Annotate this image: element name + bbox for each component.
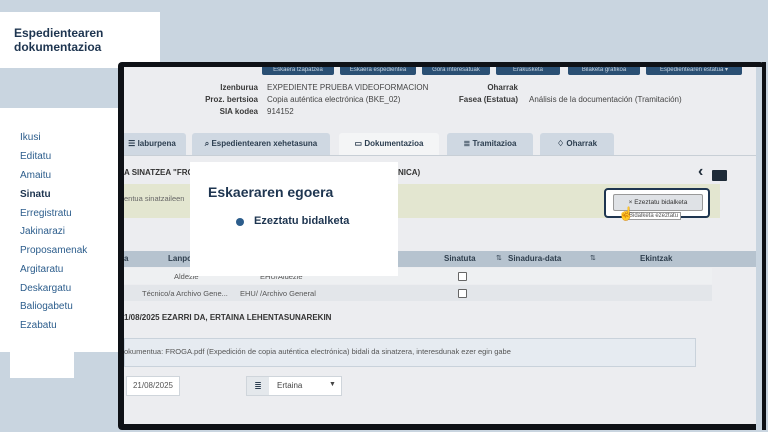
section-heading: A SINATZEA "FRO (124, 168, 194, 177)
tab-laburpena[interactable]: ☰ laburpena (124, 133, 186, 155)
fasea-label: Fasea (Estatua) (458, 95, 518, 104)
tab-tramitazioa-label: Tramitazioa (472, 139, 517, 148)
tab-laburpena-icon: ☰ (128, 139, 138, 148)
chevron-left-icon[interactable]: ‹ (698, 163, 703, 181)
message-text: okumentua: FROGA.pdf (Expedición de copi… (124, 347, 511, 356)
status-card-heading: Eskaeraren egoera (208, 184, 334, 200)
tab-laburpena-label: laburpena (137, 139, 176, 148)
tabs-divider (124, 155, 756, 156)
izenburua-value: EXPEDIENTE PRUEBA VIDEOFORMACION (267, 83, 429, 92)
page-title: Espedientearen dokumentazioa (14, 26, 104, 54)
signed-checkbox[interactable] (458, 289, 467, 298)
status-card-value: Ezeztatu bidalketa (254, 215, 350, 227)
tab-tramitazioa[interactable]: ≣ Tramitazioa (447, 133, 533, 155)
col-header-ekintzak[interactable]: Ekintzak (640, 254, 672, 263)
menu-item-ezabatu[interactable]: Ezabatu (20, 320, 57, 331)
col-header-sinatuta[interactable]: Sinatuta (444, 254, 476, 263)
col-header-a[interactable]: a (124, 254, 128, 263)
tab-oharrak-label: Oharrak (566, 139, 598, 148)
oharrak-label: Oharrak (487, 83, 518, 92)
title-card: Espedientearen dokumentazioa (0, 12, 160, 68)
sort-icon[interactable]: ⇅ (496, 254, 502, 262)
toolbar-button-5[interactable]: Bilaketa grafikoa (568, 67, 640, 75)
tab-xehetasuna-label: Espedientearen xehetasuna (211, 139, 318, 148)
row-lanpostua: Técnico/a Archivo Gene... (142, 289, 228, 298)
izenburua-label: Izenburua (220, 83, 258, 92)
request-status-card: Eskaeraren egoera Ezeztatu bidalketa (190, 162, 398, 276)
info-text: entua sinatzaileen (124, 194, 185, 203)
tab-xehetasuna[interactable]: ⌕ Espedientearen xehetasuna (192, 133, 330, 155)
cursor-hand-icon: ☝ (618, 206, 635, 221)
row-unit: EHU/ /Archivo General (240, 289, 316, 298)
menu-item-ikusi[interactable]: Ikusi (20, 132, 41, 143)
sia-kodea-label: SIA kodea (219, 107, 258, 116)
sia-kodea-value: 914152 (267, 107, 294, 116)
toolbar-button-2[interactable]: Eskaera espedientea (340, 67, 416, 75)
toolbar-button-1[interactable]: Eskaera tzapatzea (262, 67, 334, 75)
tab-oharrak[interactable]: ♢ Oharrak (540, 133, 614, 155)
signed-checkbox[interactable] (458, 272, 467, 281)
sort-icon[interactable]: ⇅ (590, 254, 596, 262)
bell-icon: ♢ (556, 139, 567, 148)
menu-item-baliogabetu[interactable]: Baliogabetu (20, 301, 73, 312)
menu-item-deskargatu[interactable]: Deskargatu (20, 283, 71, 294)
tab-dokumentazioa[interactable]: ▭ Dokumentazioa (339, 133, 439, 155)
menu-item-argitaratu[interactable]: Argitaratu (20, 264, 63, 275)
folder-icon: ▭ (354, 139, 365, 148)
date-field[interactable]: 21/08/2025 (126, 376, 180, 396)
proz-bertsioa-label: Proz. bertsioa (205, 95, 258, 104)
priority-select[interactable]: ≣ Ertaina ▼ (246, 376, 342, 396)
fasea-value: Análisis de la documentación (Tramitació… (529, 95, 682, 104)
toolbar-button-3[interactable]: Gora interesatuak (422, 67, 490, 75)
folder-icon[interactable] (712, 170, 727, 181)
chevron-down-icon: ▼ (329, 381, 336, 388)
tooltip: Bidalketa ezeztatu (626, 212, 682, 220)
menu-item-proposamenak[interactable]: Proposamenak (20, 245, 87, 256)
bullet-icon (236, 218, 244, 226)
priority-heading: 1/08/2025 EZARRI DA, ERTAINA LEHENTASUNA… (124, 313, 332, 322)
toolbar-button-6[interactable]: Espedientearen estatua ▾ (646, 67, 742, 75)
menu-item-sinatu[interactable]: Sinatu (20, 189, 51, 200)
menu-item-jakinarazi[interactable]: Jakinarazi (20, 226, 65, 237)
sidebar-menu: Ikusi Editatu Amaitu Sinatu Erregistratu… (0, 108, 120, 352)
toolbar-button-4[interactable]: Erakusketa (496, 67, 560, 75)
list-icon: ≣ (247, 377, 269, 395)
menu-item-editatu[interactable]: Editatu (20, 151, 51, 162)
sidebar-menu-footer (10, 352, 74, 378)
col-header-sinadura-data[interactable]: Sinadura-data (508, 254, 561, 263)
section-heading-tail: NICA) (398, 168, 421, 177)
menu-item-amaitu[interactable]: Amaitu (20, 170, 51, 181)
screen-frame-edge (762, 62, 766, 430)
proz-bertsioa-value: Copia auténtica electrónica (BKE_02) (267, 95, 401, 104)
priority-value: Ertaina (277, 381, 303, 390)
tab-dokumentazioa-label: Dokumentazioa (364, 139, 424, 148)
menu-item-erregistratu[interactable]: Erregistratu (20, 208, 72, 219)
